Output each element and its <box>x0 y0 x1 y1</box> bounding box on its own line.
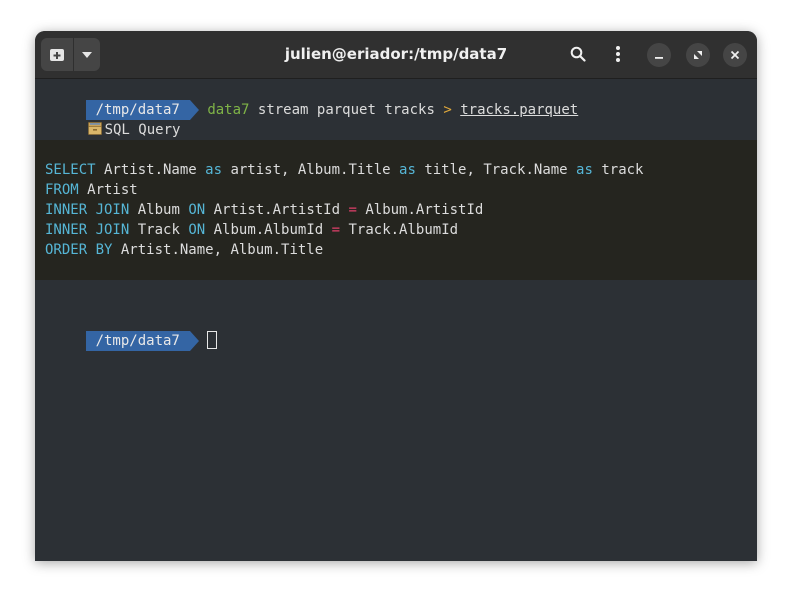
sql-text: Artist.ArtistId <box>205 202 349 218</box>
output-header: SQL Query <box>37 100 180 138</box>
sql-keyword: ORDER BY <box>45 242 113 258</box>
sql-line: ORDER BY Artist.Name, Album.Title <box>45 240 323 260</box>
sql-keyword: FROM <box>45 182 79 198</box>
prompt-path: /tmp/data7 <box>85 331 190 351</box>
sql-keyword: ON <box>188 222 206 238</box>
sql-text: title, Track.Name <box>415 162 577 178</box>
command-args: stream parquet tracks <box>249 102 444 118</box>
maximize-button[interactable] <box>686 43 710 67</box>
command-program: data7 <box>207 102 250 118</box>
close-icon <box>730 50 740 60</box>
sql-keyword: ON <box>188 202 206 218</box>
sql-text: Album.ArtistId <box>356 202 484 218</box>
sql-line: INNER JOIN Track ON Album.AlbumId = Trac… <box>45 220 458 240</box>
titlebar: julien@eriador:/tmp/data7 <box>35 31 757 79</box>
output-header-label: SQL Query <box>104 122 181 138</box>
sql-text: Track.AlbumId <box>340 222 459 238</box>
tab-menu-button[interactable] <box>74 38 100 71</box>
sql-text: Album.AlbumId <box>205 222 332 238</box>
sql-operator: = <box>331 222 341 238</box>
sql-line: INNER JOIN Album ON Artist.ArtistId = Al… <box>45 200 483 220</box>
kebab-menu-icon <box>616 46 620 62</box>
sql-keyword: INNER JOIN <box>45 222 130 238</box>
prompt-line: /tmp/data7 <box>35 311 218 351</box>
text-cursor <box>207 331 218 349</box>
sql-line: SELECT Artist.Name as artist, Album.Titl… <box>45 160 643 180</box>
command-target-file[interactable]: tracks.parquet <box>460 102 578 118</box>
sql-keyword: as <box>205 162 223 178</box>
sql-line: FROM Artist <box>45 180 138 200</box>
sql-keyword: INNER JOIN <box>45 202 130 218</box>
sql-keyword: as <box>576 162 593 178</box>
sql-keyword: SELECT <box>45 162 96 178</box>
sql-text: artist, Album.Title <box>222 162 400 178</box>
minimize-button[interactable] <box>647 43 671 67</box>
sql-query-block: SELECT Artist.Name as artist, Album.Titl… <box>35 140 757 280</box>
chevron-down-icon <box>82 51 92 58</box>
sql-text: Artist.Name, Album.Title <box>112 242 324 258</box>
terminal-window: julien@eriador:/tmp/data7 /tmp/data7 dat… <box>35 31 757 561</box>
maximize-icon <box>694 51 702 59</box>
sql-operator: = <box>348 202 357 218</box>
sql-text: track <box>592 162 644 178</box>
sql-text: Artist.Name <box>95 162 206 178</box>
prompt-arrow <box>189 100 199 120</box>
search-button[interactable] <box>562 38 594 70</box>
command-line: /tmp/data7 data7 stream parquet tracks >… <box>35 80 578 120</box>
command-redirect: > <box>443 102 452 118</box>
new-tab-button-group <box>41 38 100 71</box>
search-icon <box>570 46 586 62</box>
prompt-arrow <box>189 331 199 351</box>
sql-text: Track <box>129 222 189 238</box>
sql-keyword: as <box>399 162 416 178</box>
new-tab-button[interactable] <box>41 38 74 71</box>
card-file-box-icon <box>87 122 102 135</box>
minimize-icon <box>655 57 663 59</box>
sql-text: Artist <box>78 182 138 198</box>
terminal-content[interactable]: /tmp/data7 data7 stream parquet tracks >… <box>35 79 757 561</box>
sql-text: Album <box>129 202 189 218</box>
new-tab-icon <box>50 48 64 61</box>
close-button[interactable] <box>723 43 747 67</box>
main-menu-button[interactable] <box>602 38 634 70</box>
